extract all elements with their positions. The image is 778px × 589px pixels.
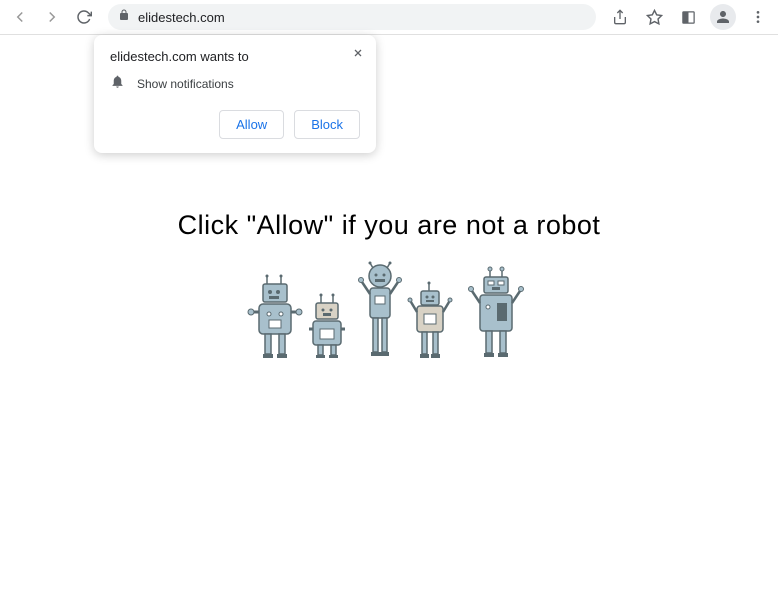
popup-title: elidestech.com wants to — [110, 49, 360, 64]
back-button[interactable] — [8, 5, 32, 29]
refresh-button[interactable] — [72, 5, 96, 29]
toolbar-right — [608, 4, 770, 30]
address-bar[interactable]: elidestech.com — [108, 4, 596, 30]
bell-icon — [110, 74, 125, 94]
permission-label: Show notifications — [137, 77, 234, 91]
permission-row: Show notifications — [110, 74, 360, 94]
avatar-icon[interactable] — [710, 4, 736, 30]
extensions-icon[interactable] — [676, 5, 700, 29]
block-button[interactable]: Block — [294, 110, 360, 139]
main-instruction-text: Click "Allow" if you are not a robot — [0, 210, 778, 241]
browser-toolbar: elidestech.com — [0, 0, 778, 35]
popup-buttons: Allow Block — [110, 110, 360, 139]
robots-illustration — [0, 261, 778, 381]
menu-icon[interactable] — [746, 5, 770, 29]
lock-icon — [118, 8, 130, 26]
url-text: elidestech.com — [138, 10, 225, 25]
forward-button[interactable] — [40, 5, 64, 29]
allow-button[interactable]: Allow — [219, 110, 284, 139]
close-button[interactable] — [348, 43, 368, 63]
star-icon[interactable] — [642, 5, 666, 29]
permission-popup: elidestech.com wants to Show notificatio… — [94, 35, 376, 153]
share-icon[interactable] — [608, 5, 632, 29]
